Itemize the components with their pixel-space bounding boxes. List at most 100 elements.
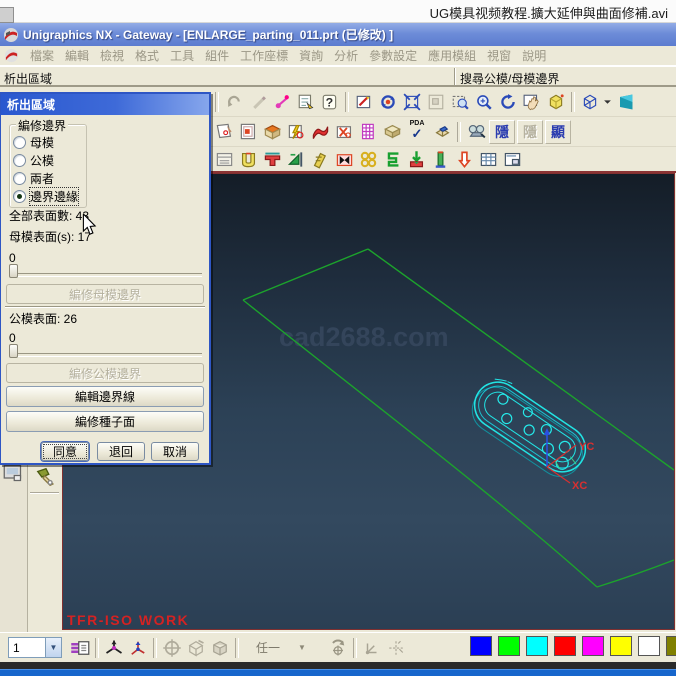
hide-button[interactable]: 隱 xyxy=(489,119,515,144)
hide-disabled-button[interactable]: 隱 xyxy=(517,119,543,144)
layer-combo[interactable]: 1 ▼ xyxy=(8,637,62,658)
radio-cavity[interactable]: 母模 xyxy=(13,134,54,151)
ejector-icon[interactable] xyxy=(452,147,476,171)
partial-display-icon[interactable] xyxy=(613,90,637,114)
gate-icon[interactable] xyxy=(404,147,428,171)
rotate-wcs-icon[interactable] xyxy=(326,636,350,660)
slider-thumb[interactable] xyxy=(9,344,18,358)
dialog-title-bar[interactable]: 析出區域 xyxy=(1,94,209,115)
pan-icon[interactable] xyxy=(520,90,544,114)
color-swatch-3[interactable] xyxy=(554,636,576,656)
back-button[interactable]: 退回 xyxy=(97,442,145,461)
menu-wcs[interactable]: 工作座標 xyxy=(240,47,288,64)
color-swatch-1[interactable] xyxy=(498,636,520,656)
cavity-icon[interactable] xyxy=(236,147,260,171)
core-press-icon[interactable] xyxy=(260,147,284,171)
display-mode-dropdown-icon[interactable] xyxy=(602,90,613,114)
edit-seed-face-button[interactable]: 編修種子面 xyxy=(6,411,204,432)
taskbar-strip-blue[interactable] xyxy=(0,669,676,676)
radio-dot xyxy=(13,136,26,149)
parting-sheet-icon[interactable] xyxy=(308,120,332,144)
slider-wedge-icon[interactable] xyxy=(284,147,308,171)
color-swatch-4[interactable] xyxy=(582,636,604,656)
display-window-icon[interactable] xyxy=(3,464,23,482)
menu-application[interactable]: 應用模組 xyxy=(428,47,476,64)
zoom-box-icon[interactable] xyxy=(424,90,448,114)
lifter-icon[interactable] xyxy=(308,147,332,171)
show-button[interactable]: 顯 xyxy=(545,119,571,144)
edit-icon[interactable] xyxy=(246,90,270,114)
edit-boundary-line-button[interactable]: 編輯邊界線 xyxy=(6,386,204,407)
window-region-icon[interactable] xyxy=(236,120,260,144)
wireframe-cube-icon[interactable] xyxy=(578,90,602,114)
refresh-display-icon[interactable] xyxy=(352,90,376,114)
help-icon[interactable]: ? xyxy=(318,90,342,114)
mini-axis-icon[interactable] xyxy=(360,636,384,660)
shaded-cube-icon[interactable] xyxy=(544,90,568,114)
zoom-window-icon[interactable] xyxy=(448,90,472,114)
window-title-bar[interactable]: Unigraphics NX - Gateway - [ENLARGE_part… xyxy=(0,23,676,46)
search-edge-icon[interactable] xyxy=(464,120,488,144)
selection-filter-combo[interactable]: 任一 ▼ xyxy=(256,639,326,657)
edit-core-boundary-button[interactable]: 編修公模邊界 xyxy=(6,363,204,383)
trim-icon[interactable] xyxy=(332,147,356,171)
snap-box-icon[interactable] xyxy=(184,636,208,660)
runner-icon[interactable] xyxy=(380,147,404,171)
wcs-dynamics-icon[interactable] xyxy=(102,636,126,660)
radio-core[interactable]: 公模 xyxy=(13,152,54,169)
cavity-slider[interactable] xyxy=(9,264,202,278)
color-swatch-7[interactable] xyxy=(666,636,676,656)
pin-icon[interactable] xyxy=(428,147,452,171)
menu-window[interactable]: 視窗 xyxy=(487,47,511,64)
undo-icon[interactable] xyxy=(222,90,246,114)
tool-icon[interactable] xyxy=(35,465,57,489)
layer-list-icon[interactable] xyxy=(68,636,92,660)
customize-icon[interactable] xyxy=(294,90,318,114)
list-window-icon[interactable] xyxy=(212,147,236,171)
pda-check-icon[interactable]: PDA ✓ xyxy=(404,120,430,144)
animate-icon[interactable] xyxy=(270,90,294,114)
edit-cavity-boundary-button[interactable]: 編修母模邊界 xyxy=(6,284,204,304)
rotate-icon[interactable] xyxy=(496,90,520,114)
radio-both[interactable]: 兩者 xyxy=(13,170,54,187)
combo-dropdown-icon[interactable]: ▼ xyxy=(45,638,61,657)
menu-tools[interactable]: 工具 xyxy=(170,47,194,64)
menu-information[interactable]: 資詢 xyxy=(299,47,323,64)
cancel-button[interactable]: 取消 xyxy=(151,442,199,461)
color-swatch-2[interactable] xyxy=(526,636,548,656)
menu-help[interactable]: 說明 xyxy=(522,47,546,64)
core-slider[interactable] xyxy=(9,344,202,358)
menu-edit[interactable]: 編輯 xyxy=(65,47,89,64)
menu-preferences[interactable]: 參數設定 xyxy=(369,47,417,64)
menu-format[interactable]: 格式 xyxy=(135,47,159,64)
chain-icon[interactable] xyxy=(356,147,380,171)
slider-thumb[interactable] xyxy=(9,264,18,278)
color-swatch-0[interactable] xyxy=(470,636,492,656)
core-cavity-icon[interactable] xyxy=(260,120,284,144)
ok-button[interactable]: 同意 xyxy=(41,442,89,461)
table-icon[interactable] xyxy=(476,147,500,171)
fit-view-icon[interactable] xyxy=(400,90,424,114)
sheet-pen-icon[interactable] xyxy=(212,120,236,144)
delete-region-icon[interactable] xyxy=(332,120,356,144)
wcs-origin-icon[interactable] xyxy=(126,636,150,660)
menu-file[interactable]: 檔案 xyxy=(30,47,54,64)
target-icon[interactable] xyxy=(160,636,184,660)
stamp-icon[interactable] xyxy=(430,120,454,144)
color-swatch-5[interactable] xyxy=(610,636,632,656)
menu-analysis[interactable]: 分析 xyxy=(334,47,358,64)
workpiece-icon[interactable] xyxy=(380,120,404,144)
radio-boundary-edge[interactable]: 邊界邊緣 xyxy=(13,187,80,206)
gray-cube-icon[interactable] xyxy=(208,636,232,660)
zoom-in-icon[interactable] xyxy=(472,90,496,114)
color-swatch-6[interactable] xyxy=(638,636,660,656)
radio-dot xyxy=(13,172,26,185)
menu-view[interactable]: 檢視 xyxy=(100,47,124,64)
mini-crosshair-icon[interactable] xyxy=(384,636,408,660)
mold-plates-icon[interactable] xyxy=(356,120,380,144)
menu-assemblies[interactable]: 組件 xyxy=(205,47,229,64)
subwindow-icon[interactable] xyxy=(500,147,524,171)
rotate-view-icon[interactable] xyxy=(376,90,400,114)
bolt-card-icon[interactable] xyxy=(284,120,308,144)
filter-dropdown-icon[interactable]: ▼ xyxy=(298,643,306,652)
